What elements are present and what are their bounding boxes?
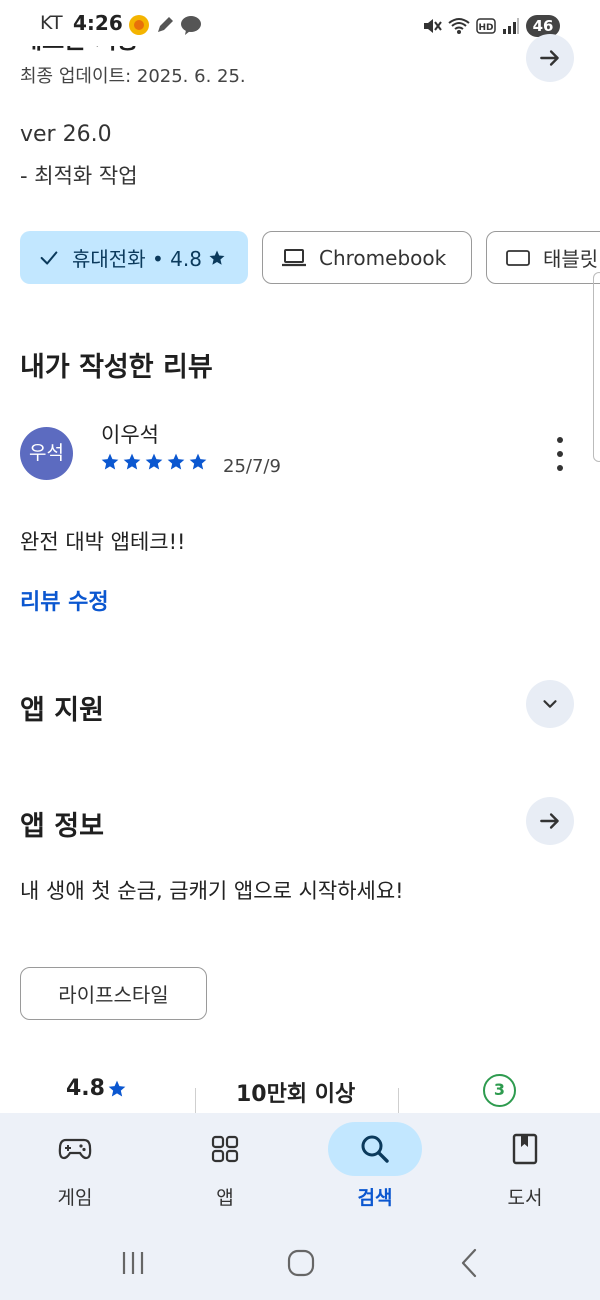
recent-apps-icon[interactable] [113, 1243, 153, 1283]
star-icon [167, 453, 185, 470]
kakaotalk-icon [181, 16, 201, 35]
arrow-right-icon [540, 813, 559, 829]
chevron-down-icon [543, 700, 557, 708]
star-icon [101, 453, 119, 470]
chip-tablet[interactable]: 태블릿 [486, 231, 600, 284]
status-bar: KT 4:26 HD 46 [0, 0, 600, 52]
app-description: 내 생애 첫 순금, 금캐기 앱으로 시작하세요! [20, 879, 404, 903]
category-chip[interactable]: 라이프스타일 [20, 967, 207, 1020]
apps-grid-icon [211, 1135, 239, 1163]
app-info-arrow-button[interactable] [526, 797, 574, 845]
nav-games-pill [28, 1122, 122, 1176]
system-icons: HD 46 [422, 15, 560, 37]
app-info-heading: 앱 정보 [20, 811, 104, 842]
stats-row: 4.8 10만회 이상 3 [0, 1074, 600, 1124]
bottom-navigation: 게임 앱 검색 도서 [0, 1113, 600, 1225]
review-date: 25/7/9 [223, 456, 281, 477]
gamepad-icon [58, 1138, 92, 1160]
review-text: 완전 대박 앱테크!! [20, 530, 186, 554]
change-note: - 최적화 작업 [20, 164, 138, 188]
chip-phone[interactable]: 휴대전화 • 4.8 [20, 231, 248, 284]
search-icon [361, 1135, 389, 1163]
home-icon[interactable] [281, 1243, 321, 1283]
side-frame-edge [593, 272, 600, 462]
star-icon [209, 250, 225, 265]
nav-apps-pill [178, 1122, 272, 1176]
avatar: 우석 [20, 427, 73, 480]
nav-apps[interactable]: 앱 [160, 1113, 290, 1225]
carrier-label: KT [40, 12, 63, 34]
deal-app-icon [129, 15, 149, 35]
app-support-expand-button[interactable] [526, 680, 574, 728]
star-icon [189, 453, 207, 470]
stat-rating: 4.8 [66, 1076, 127, 1101]
nav-apps-label: 앱 [216, 1187, 234, 1209]
review-stars [100, 452, 208, 472]
device-chip-row: 휴대전화 • 4.8 Chromebook 태블릿 [20, 231, 600, 284]
nav-books[interactable]: 도서 [460, 1113, 590, 1225]
nav-search-pill [328, 1122, 422, 1176]
nav-search-label: 검색 [357, 1187, 393, 1209]
laptop-icon [281, 247, 307, 269]
check-icon [38, 247, 60, 269]
clock: 4:26 [73, 11, 123, 35]
system-navigation-bar [0, 1225, 600, 1300]
chip-chromebook-label: Chromebook [319, 245, 447, 270]
chip-chromebook[interactable]: Chromebook [262, 231, 472, 284]
edit-review-link[interactable]: 리뷰 수정 [20, 584, 109, 616]
age-rating-badge: 3 [483, 1074, 516, 1107]
stat-installs: 10만회 이상 [236, 1082, 356, 1107]
nav-search[interactable]: 검색 [310, 1113, 440, 1225]
version-text: ver 26.0 [20, 122, 112, 147]
edit-icon [158, 17, 173, 32]
chip-tablet-label: 태블릿 [543, 247, 599, 271]
star-icon [123, 453, 141, 470]
reviewer-name: 이우석 [101, 423, 159, 447]
mute-icon [424, 19, 442, 33]
wifi-icon [448, 18, 470, 34]
nav-books-label: 도서 [507, 1187, 543, 1209]
stat-rating-value: 4.8 [66, 1076, 105, 1101]
back-icon[interactable] [449, 1243, 489, 1283]
nav-games[interactable]: 게임 [10, 1113, 140, 1225]
star-icon [108, 1080, 126, 1096]
book-icon [512, 1133, 538, 1165]
star-icon [145, 453, 163, 470]
nav-games-label: 게임 [57, 1187, 93, 1209]
whats-new-arrow-button[interactable] [526, 34, 574, 82]
arrow-right-icon [540, 50, 559, 66]
chip-phone-label: 휴대전화 • 4.8 [72, 247, 202, 271]
last-updated: 최종 업데이트: 2025. 6. 25. [20, 66, 246, 87]
tablet-icon [505, 248, 531, 268]
more-options-icon[interactable] [548, 437, 572, 471]
nav-books-pill [478, 1122, 572, 1176]
svg-text:HD: HD [478, 23, 493, 33]
notification-icons [128, 14, 202, 36]
my-review-heading: 내가 작성한 리뷰 [20, 352, 213, 383]
signal-icon [503, 18, 519, 34]
app-support-heading: 앱 지원 [20, 695, 104, 726]
hd-icon: HD [476, 18, 496, 34]
